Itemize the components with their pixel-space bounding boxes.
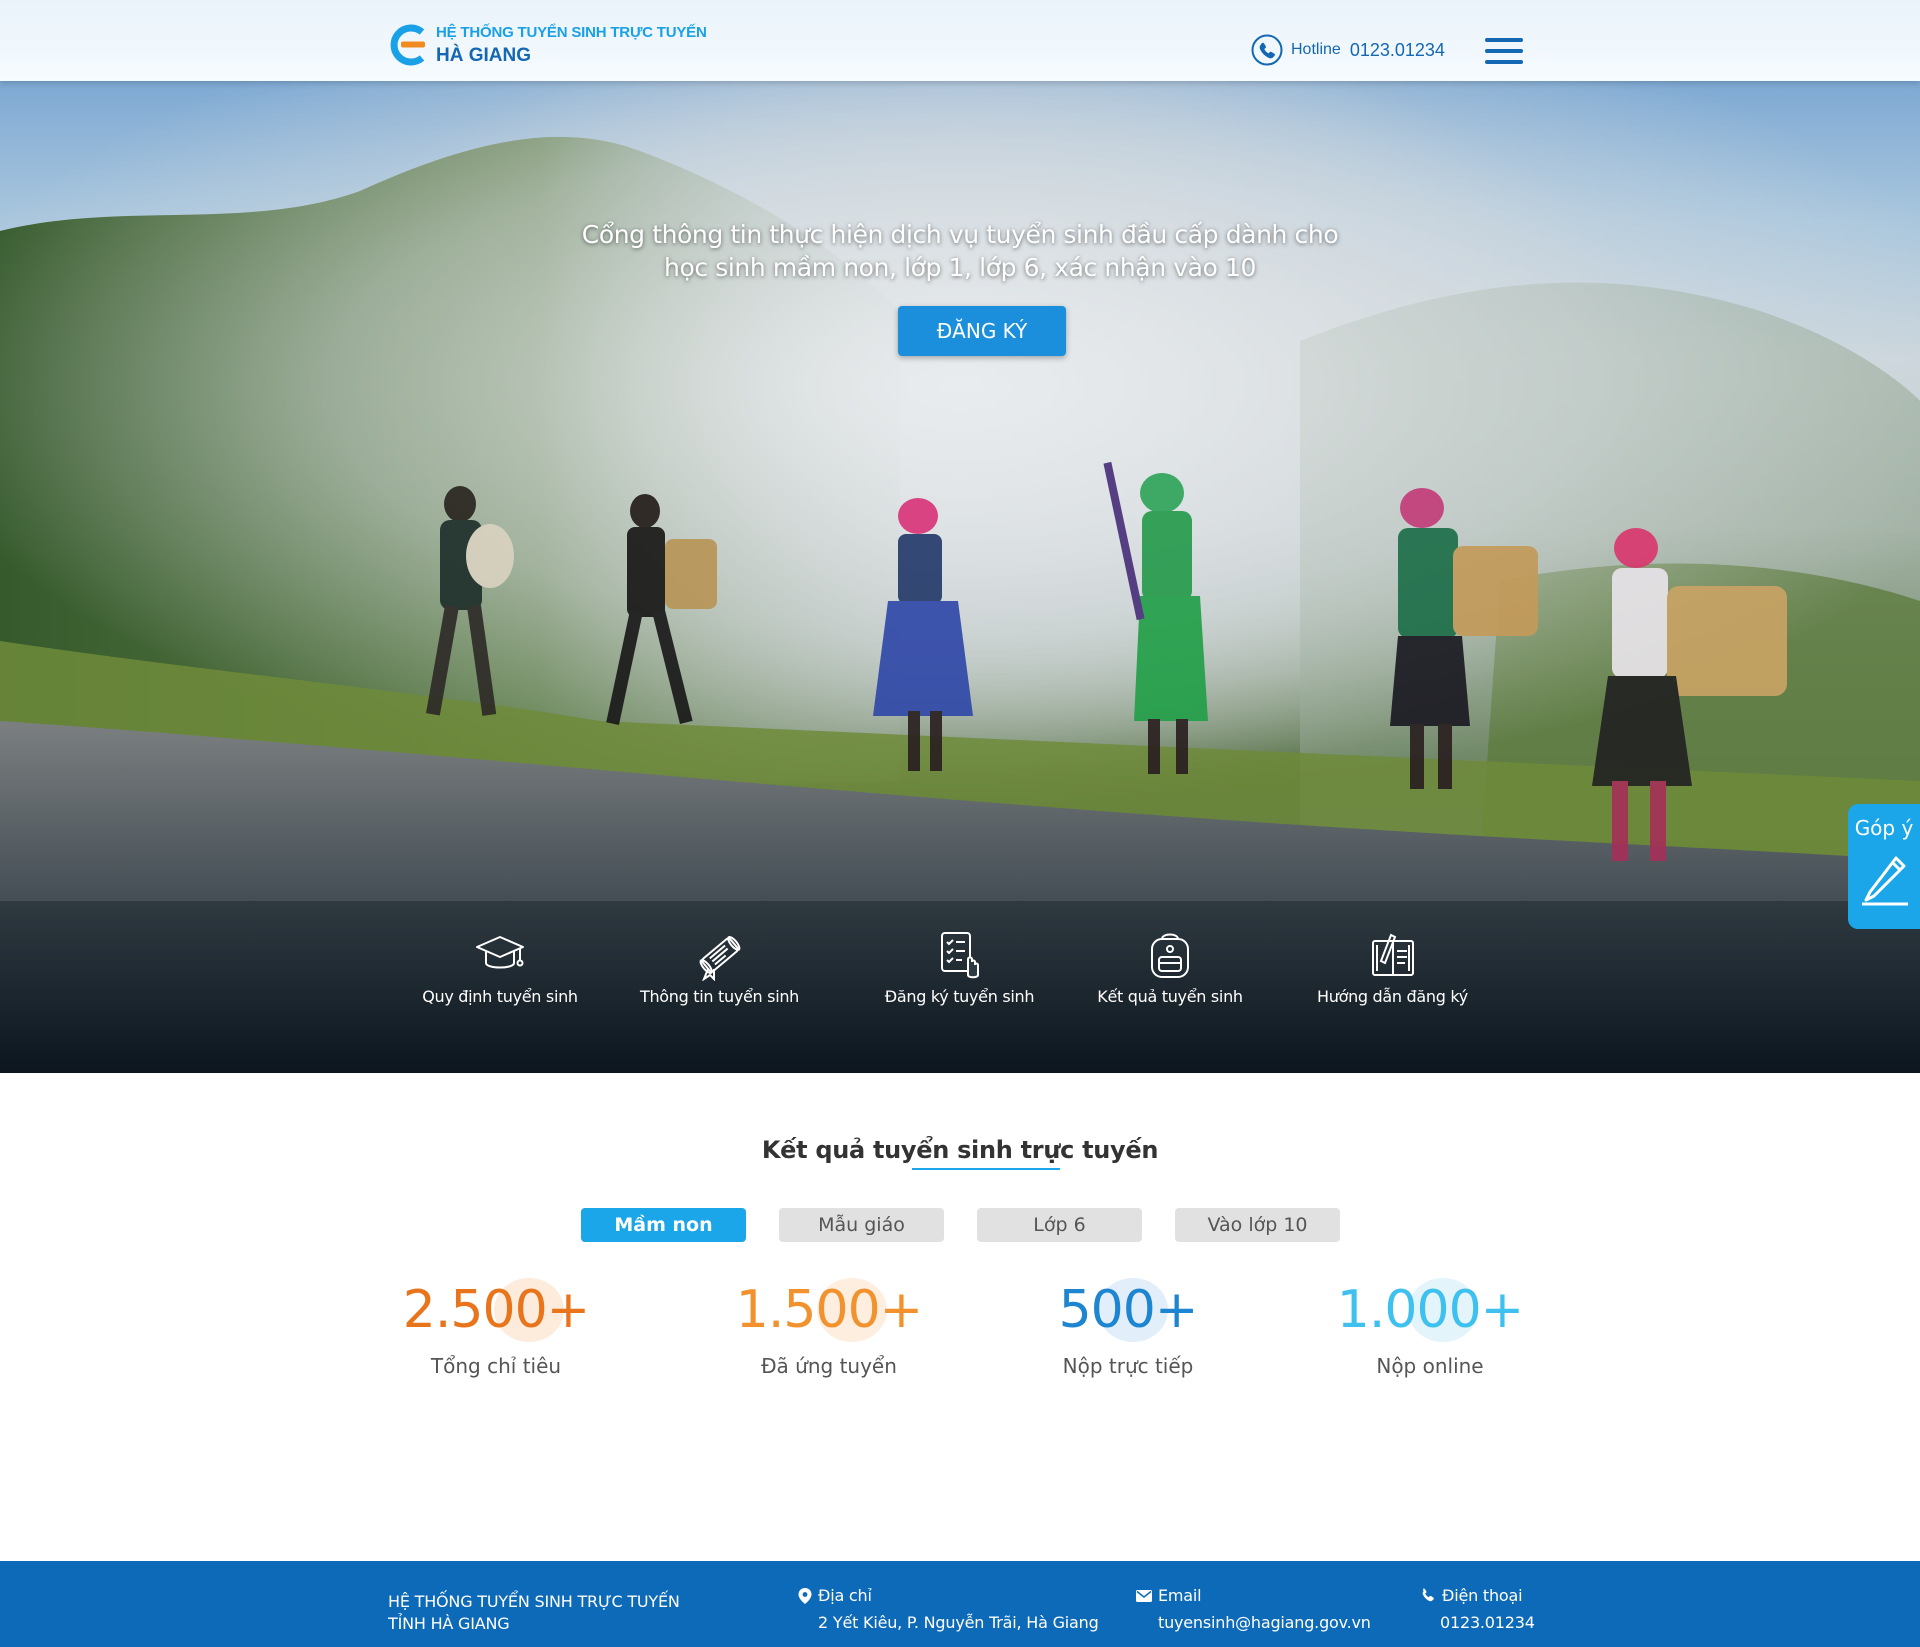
quick-link-label: Đăng ký tuyển sinh — [884, 987, 1035, 1006]
hamburger-menu-icon[interactable] — [1485, 38, 1523, 66]
quick-link-results[interactable]: Kết quả tuyển sinh — [1075, 929, 1265, 1006]
feedback-tab[interactable]: Góp ý — [1848, 804, 1920, 929]
phone-icon — [1422, 1588, 1434, 1601]
footer-phone-label: Điện thoại — [1442, 1586, 1523, 1605]
backpack-icon — [1151, 933, 1189, 978]
stat-value: 500+ — [1058, 1280, 1199, 1340]
title-underline — [912, 1168, 1060, 1170]
diploma-scroll-icon — [699, 936, 740, 981]
feedback-label: Góp ý — [1854, 816, 1914, 840]
hero-banner: Cổng thông tin thực hiện dịch vụ tuyển s… — [0, 81, 1920, 1073]
hotline-number: 0123.01234 — [1349, 39, 1445, 60]
footer-phone-link[interactable]: 0123.01234 — [1420, 1613, 1535, 1632]
site-footer: HỆ THỐNG TUYỂN SINH TRỰC TUYẾN TỈNH HÀ G… — [0, 1561, 1920, 1647]
stat-total-quota: 2.500+ Tổng chỉ tiêu — [336, 1270, 656, 1378]
location-pin-icon — [798, 1587, 812, 1604]
logo-title-line2: HÀ GIANG — [436, 45, 531, 66]
checklist-hand-icon — [940, 932, 979, 979]
graduation-cap-icon — [476, 936, 524, 969]
stat-value: 1.500+ — [735, 1280, 923, 1340]
book-pencil-icon — [1371, 933, 1414, 976]
hero-title: Cổng thông tin thực hiện dịch vụ tuyển s… — [581, 220, 1339, 282]
quick-link-guide[interactable]: Hướng dẫn đăng ký — [1295, 929, 1490, 1006]
tab-lop-6[interactable]: Lớp 6 — [977, 1208, 1142, 1242]
quick-links: Quy định tuyển sinh Thông tin tuyển sinh — [0, 929, 1920, 1029]
stat-value: 1.000+ — [1336, 1280, 1524, 1340]
footer-address: Địa chỉ 2 Yết Kiêu, P. Nguyễn Trãi, Hà G… — [798, 1586, 1099, 1632]
stat-applied: 1.500+ Đã ứng tuyển — [669, 1270, 989, 1378]
stat-label: Đã ứng tuyển — [761, 1354, 897, 1378]
quick-link-regulations[interactable]: Quy định tuyển sinh — [405, 929, 595, 1006]
site-header: HỆ THỐNG TUYỂN SINH TRỰC TUYẾN HÀ GIANG … — [0, 0, 1920, 81]
quick-link-register[interactable]: Đăng ký tuyển sinh — [862, 929, 1057, 1006]
footer-email: Email tuyensinh@hagiang.gov.vn — [1136, 1586, 1371, 1632]
stat-value: 2.500+ — [402, 1280, 590, 1340]
pencil-icon — [1862, 856, 1908, 906]
site-logo[interactable]: HỆ THỐNG TUYỂN SINH TRỰC TUYẾN HÀ GIANG — [386, 24, 707, 66]
logo-text: HỆ THỐNG TUYỂN SINH TRỰC TUYẾN HÀ GIANG — [436, 25, 707, 65]
tab-mau-giao[interactable]: Mẫu giáo — [779, 1208, 944, 1242]
quick-link-label: Hướng dẫn đăng ký — [1317, 987, 1468, 1006]
stat-label: Nộp trực tiếp — [1062, 1354, 1194, 1378]
stat-label: Tổng chỉ tiêu — [430, 1354, 562, 1378]
stat-label: Nộp online — [1376, 1354, 1484, 1378]
stat-online-submission: 1.000+ Nộp online — [1270, 1270, 1590, 1378]
footer-org-line2: TỈNH HÀ GIANG — [388, 1614, 510, 1633]
stat-direct-submission: 500+ Nộp trực tiếp — [968, 1270, 1288, 1378]
footer-org-name: HỆ THỐNG TUYỂN SINH TRỰC TUYẾN TỈNH HÀ G… — [388, 1591, 680, 1635]
register-button[interactable]: ĐĂNG KÝ — [898, 306, 1066, 356]
footer-phone: Điện thoại 0123.01234 — [1420, 1586, 1535, 1632]
quick-link-label: Kết quả tuyển sinh — [1097, 987, 1243, 1006]
results-tabs: Mầm non Mẫu giáo Lớp 6 Vào lớp 10 — [0, 1208, 1920, 1242]
phone-icon — [1251, 34, 1283, 66]
quick-link-info[interactable]: Thông tin tuyển sinh — [622, 929, 817, 1006]
quick-link-label: Thông tin tuyển sinh — [639, 987, 800, 1006]
hotline-link[interactable]: Hotline 0123.01234 — [1251, 34, 1445, 66]
footer-org-line1: HỆ THỐNG TUYỂN SINH TRỰC TUYẾN — [388, 1592, 680, 1611]
quick-link-label: Quy định tuyển sinh — [422, 987, 578, 1006]
tab-vao-lop-10[interactable]: Vào lớp 10 — [1175, 1208, 1340, 1242]
logo-e-icon — [390, 24, 425, 66]
tab-mam-non[interactable]: Mầm non — [581, 1208, 746, 1242]
footer-email-link[interactable]: tuyensinh@hagiang.gov.vn — [1136, 1613, 1371, 1632]
results-section-title: Kết quả tuyển sinh trực tuyến — [761, 1136, 1159, 1164]
footer-email-label: Email — [1158, 1586, 1202, 1605]
footer-address-value: 2 Yết Kiêu, P. Nguyễn Trãi, Hà Giang — [818, 1613, 1099, 1632]
mail-icon — [1136, 1589, 1152, 1602]
footer-address-label: Địa chỉ — [818, 1586, 872, 1605]
hotline-label: Hotline — [1291, 41, 1341, 58]
logo-title-line1: HỆ THỐNG TUYỂN SINH TRỰC TUYẾN — [436, 24, 707, 41]
